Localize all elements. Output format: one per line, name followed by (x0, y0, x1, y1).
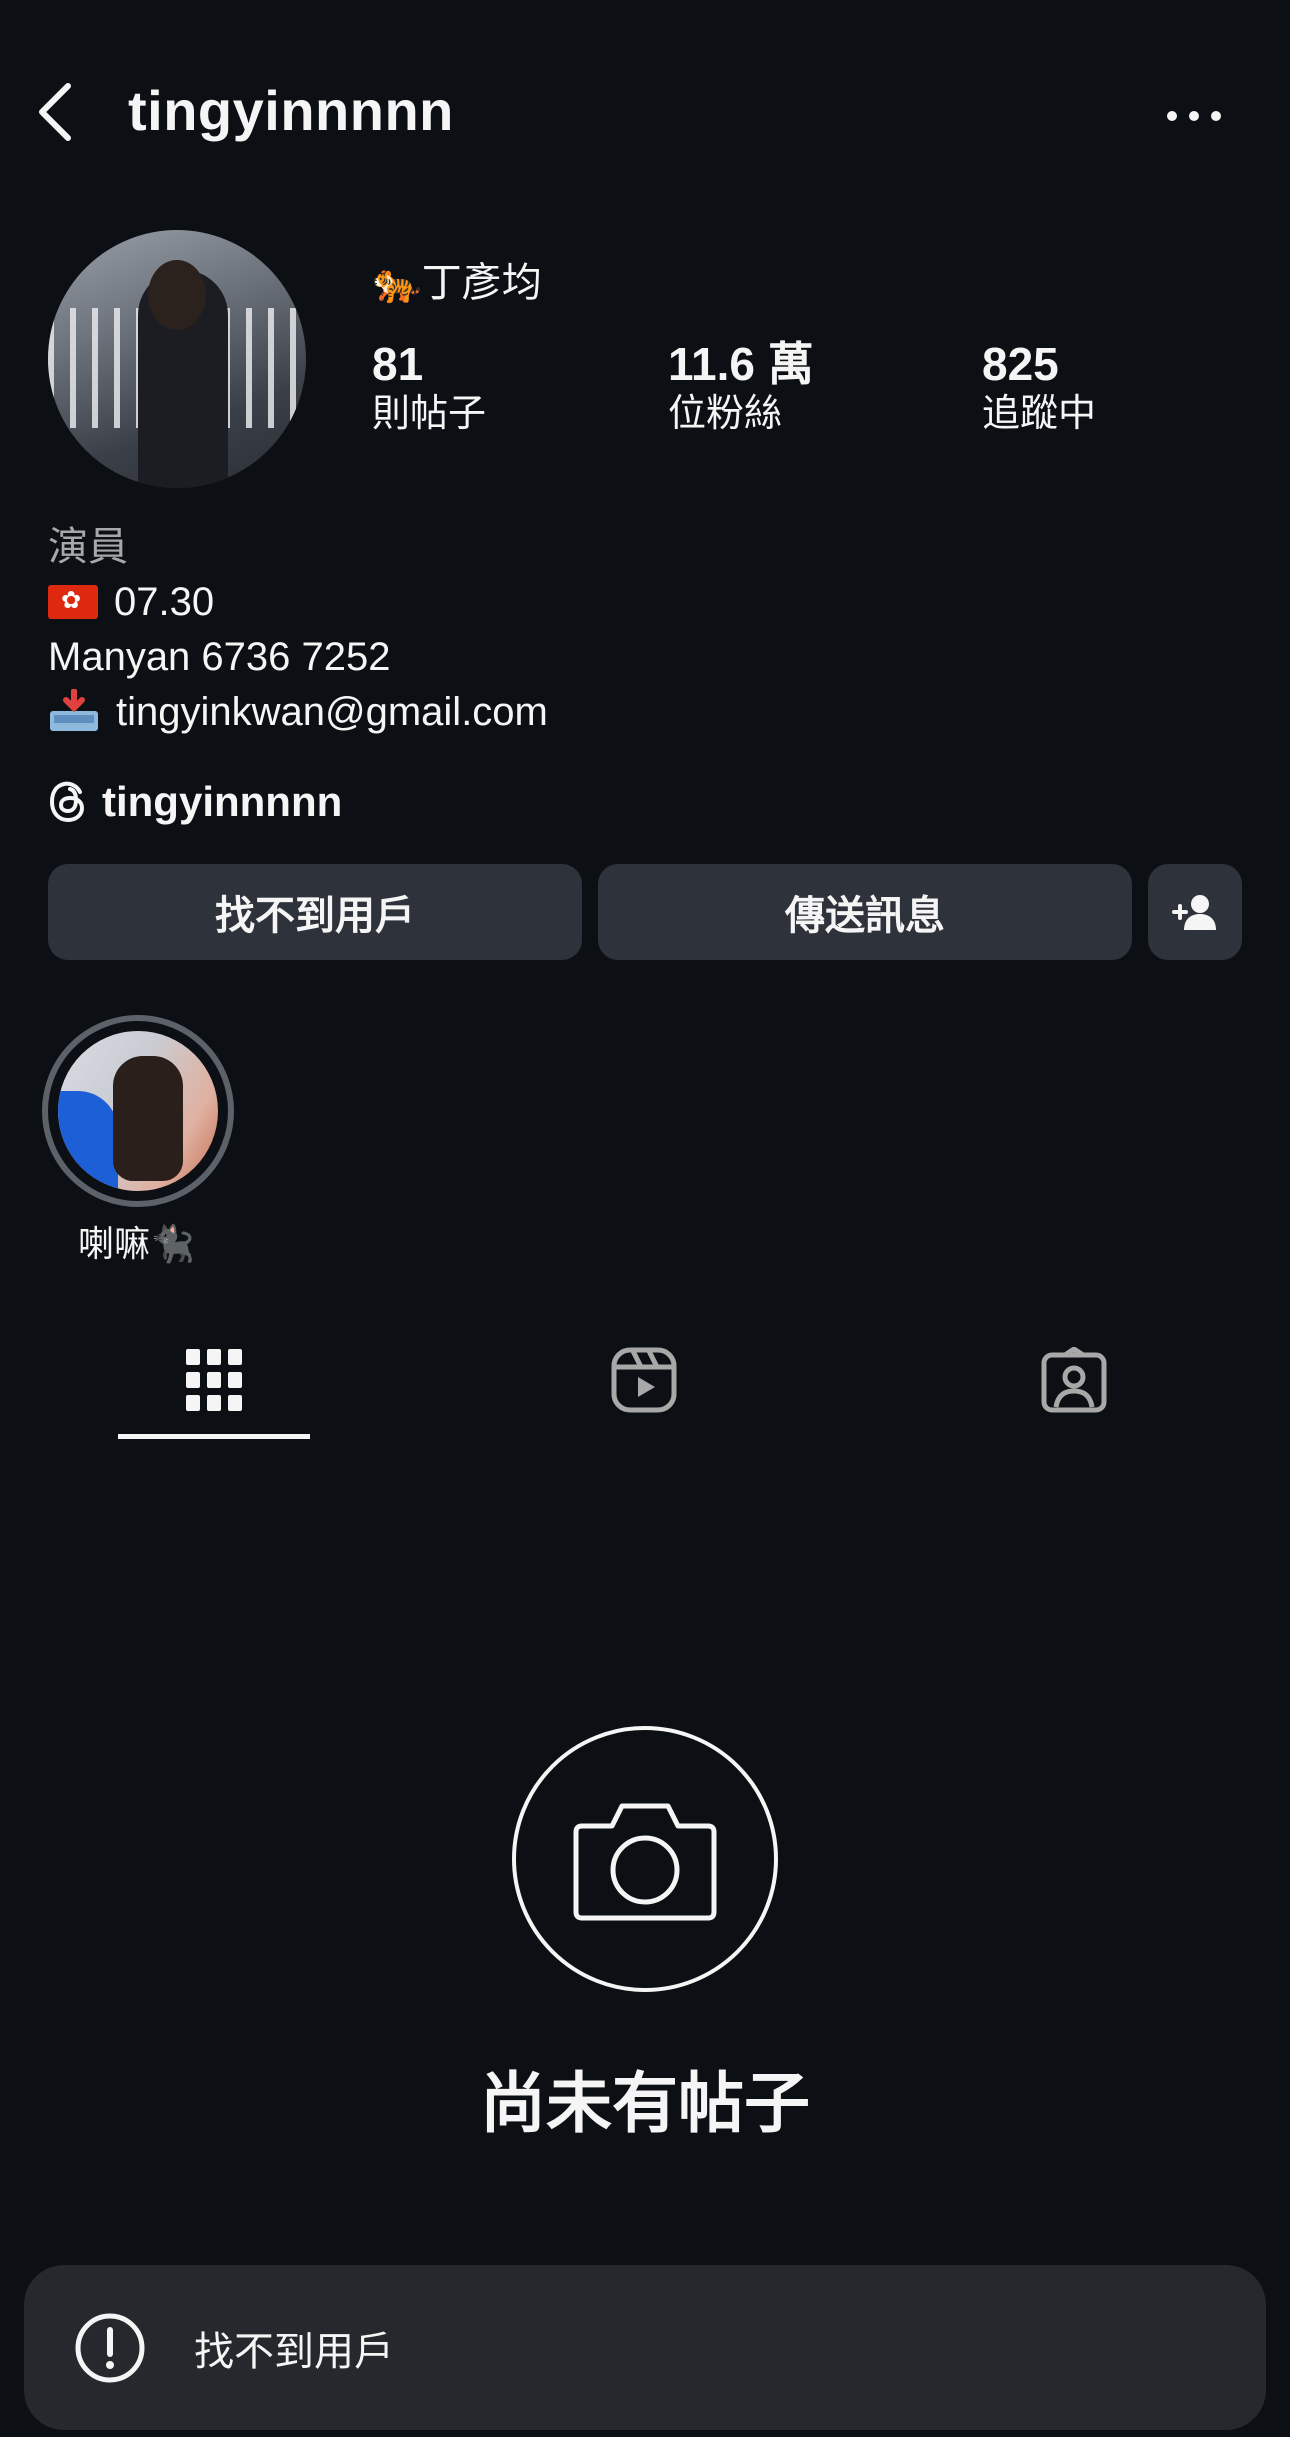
profile-avatar[interactable] (48, 230, 306, 488)
posts-count-value: 81 (372, 338, 424, 390)
empty-posts-circle (512, 1726, 778, 1992)
grid-icon (186, 1349, 242, 1411)
threads-link[interactable]: tingyinnnnn (48, 778, 342, 826)
posts-count: 81 則帖子 (372, 340, 486, 440)
profile-full-name: 🐅丁彥均 (372, 261, 542, 305)
error-toast: 找不到用戶 (24, 2265, 1266, 2430)
following-count-value: 825 (982, 338, 1059, 390)
add-user-button[interactable] (1148, 864, 1242, 960)
toast-message: 找不到用戶 (194, 2329, 394, 2374)
empty-posts-title: 尚未有帖子 (480, 2066, 810, 2140)
followers-count-value: 11.6 萬 (668, 338, 814, 390)
threads-icon (48, 780, 88, 824)
more-options-icon[interactable] (1162, 98, 1226, 134)
story-highlight-label: 喇嘛🐈‍⬛ (78, 1223, 195, 1264)
inbox-tray-icon (48, 688, 100, 733)
tab-posts-grid[interactable] (144, 1330, 284, 1430)
posts-count-label: 則帖子 (372, 393, 487, 435)
followers-count-label: 位粉絲 (668, 393, 783, 435)
hong-kong-flag-icon (48, 585, 98, 619)
following-count[interactable]: 825 追蹤中 (982, 340, 1096, 440)
profile-username: tingyinnnnn (128, 79, 454, 142)
bio-birthday-line: 07.30 (48, 575, 548, 630)
following-count-label: 追蹤中 (982, 393, 1097, 435)
bio-email-line: tingyinkwan@gmail.com (48, 685, 548, 740)
alert-circle-icon (74, 2312, 146, 2384)
threads-handle: tingyinnnnn (102, 778, 343, 825)
send-message-button[interactable]: 傳送訊息 (598, 864, 1132, 960)
bio-birthday: 07.30 (114, 580, 215, 624)
story-highlight-image[interactable] (58, 1031, 218, 1191)
profile-bio: 演員 07.30 Manyan 6736 7252 tingyinkwan@gm… (48, 520, 548, 740)
bio-email[interactable]: tingyinkwan@gmail.com (116, 690, 548, 734)
user-not-found-button[interactable]: 找不到用戶 (48, 864, 582, 960)
active-tab-indicator (118, 1434, 310, 1439)
back-arrow-icon[interactable] (32, 80, 82, 144)
camera-icon (572, 1796, 718, 1922)
tab-reels[interactable] (574, 1330, 714, 1430)
followers-count[interactable]: 11.6 萬 位粉絲 (668, 340, 814, 440)
reels-icon (611, 1347, 677, 1413)
tab-tagged[interactable] (1004, 1330, 1144, 1430)
bio-manager: Manyan 6736 7252 (48, 635, 391, 679)
tagged-person-icon (1041, 1347, 1107, 1413)
add-user-icon (1172, 892, 1218, 932)
bio-category: 演員 (48, 525, 128, 569)
